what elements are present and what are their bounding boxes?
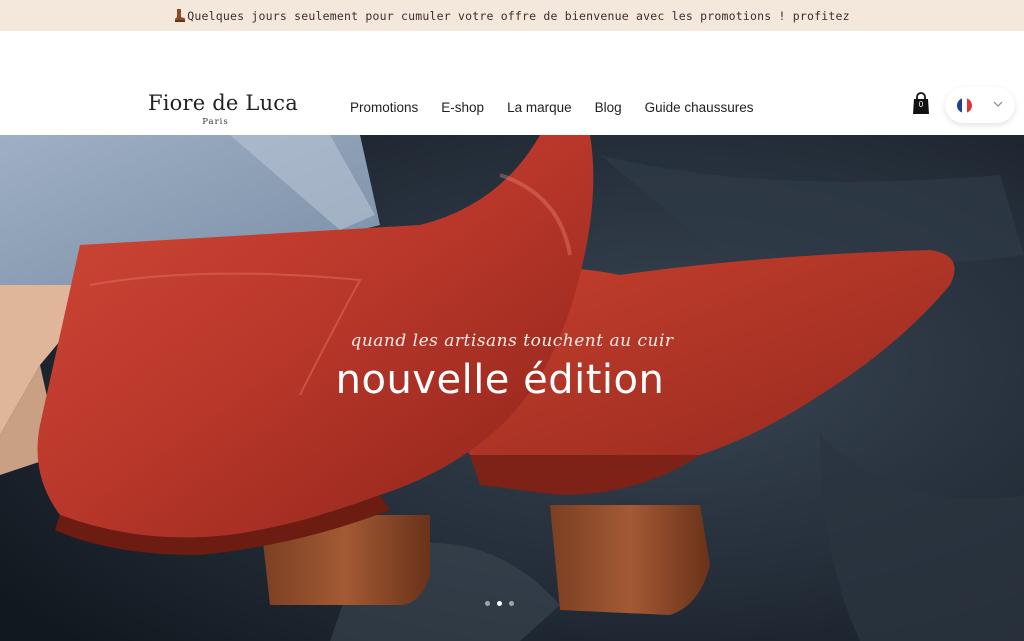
language-selector[interactable]: [945, 87, 1015, 123]
france-flag-icon: [957, 97, 972, 113]
chevron-down-icon: [993, 101, 1003, 107]
boot-icon: [175, 9, 186, 22]
hero-slider[interactable]: quand les artisans touchent au cuir nouv…: [0, 135, 1024, 641]
nav-item-la-marque[interactable]: La marque: [507, 100, 572, 115]
nav-item-guide-chaussures[interactable]: Guide chaussures: [645, 100, 754, 115]
slider-dots: [485, 601, 514, 606]
slider-dot[interactable]: [485, 601, 490, 606]
logo-subtitle: Paris: [202, 117, 229, 127]
cart-button[interactable]: 0: [911, 92, 931, 116]
slider-dot[interactable]: [509, 601, 514, 606]
hero-title: nouvelle édition: [335, 357, 665, 403]
logo[interactable]: Fiore de Luca Paris: [148, 91, 298, 127]
nav-item-promotions[interactable]: Promotions: [350, 100, 418, 115]
cart-count: 0: [918, 100, 924, 109]
nav-item-eshop[interactable]: E-shop: [441, 100, 484, 115]
promo-banner[interactable]: Quelques jours seulement pour cumuler vo…: [0, 0, 1024, 31]
hero-tagline: quand les artisans touchent au cuir: [350, 331, 674, 351]
logo-name: Fiore de Luca: [148, 91, 298, 115]
site-header: Fiore de Luca Paris Promotions E-shop La…: [0, 31, 1024, 135]
slider-dot-active[interactable]: [497, 601, 502, 606]
promo-text: Quelques jours seulement pour cumuler vo…: [187, 8, 850, 23]
nav-item-blog[interactable]: Blog: [595, 100, 622, 115]
main-nav: Promotions E-shop La marque Blog Guide c…: [350, 100, 776, 115]
